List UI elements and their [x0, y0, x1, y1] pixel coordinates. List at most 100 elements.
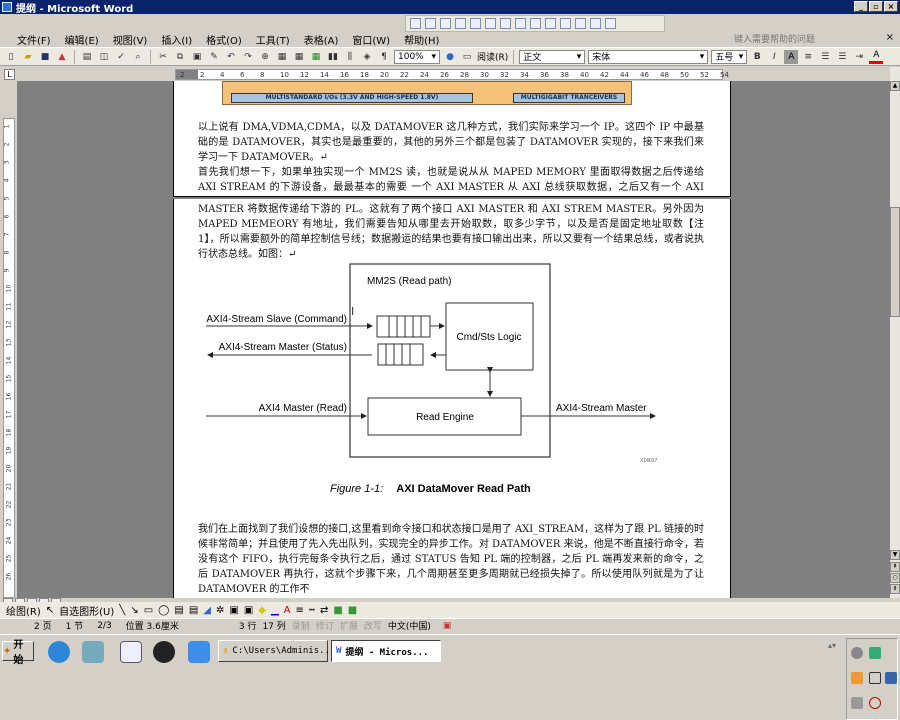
- checkbox-icon[interactable]: [440, 18, 451, 29]
- read-button[interactable]: 阅读(R): [477, 50, 508, 63]
- scroll-up-icon[interactable]: ▲: [890, 81, 900, 91]
- insert-excel-icon[interactable]: ▦: [309, 50, 323, 64]
- menu-tools[interactable]: 工具(T): [249, 32, 297, 47]
- insert-table-icon[interactable]: ▦: [292, 50, 306, 64]
- tray-device-icon[interactable]: [851, 697, 863, 709]
- arrow-icon[interactable]: ↘: [130, 605, 138, 616]
- numbering-icon[interactable]: ☰: [818, 50, 832, 64]
- read-icon[interactable]: ▭: [460, 50, 474, 64]
- draw-table-icon[interactable]: [410, 18, 421, 29]
- bullets-icon[interactable]: ☰: [835, 50, 849, 64]
- drawing-icon[interactable]: ⫼: [343, 50, 357, 64]
- font-color-button[interactable]: A: [869, 50, 884, 64]
- ini-file-icon[interactable]: [120, 641, 142, 663]
- redo-icon[interactable]: ↷: [241, 50, 255, 64]
- status-track[interactable]: 修订: [316, 619, 334, 632]
- font-size-select[interactable]: 五号 ▾: [711, 49, 748, 64]
- style-select[interactable]: 正文 ▾: [519, 49, 586, 64]
- vertical-ruler[interactable]: 1 2 3 4 5 6 7 8 9 10 11 12 13 14 15 16 17 18 19 20 21 22 23 24 2…: [3, 118, 15, 598]
- frame-icon[interactable]: [530, 18, 541, 29]
- indent-icon[interactable]: ⇥: [852, 50, 866, 64]
- spelling-status-icon[interactable]: ▣: [443, 621, 452, 631]
- show-hide-icon[interactable]: ¶: [377, 50, 391, 64]
- menu-file[interactable]: 文件(F): [10, 32, 58, 47]
- format-painter-icon[interactable]: ✎: [207, 50, 221, 64]
- picture-icon[interactable]: ▣: [244, 605, 253, 616]
- document-map-icon[interactable]: ◈: [360, 50, 374, 64]
- wordart-icon[interactable]: ◢: [203, 605, 211, 616]
- arrow-style-icon[interactable]: ⇄: [320, 605, 328, 616]
- restore-button[interactable]: ▫: [869, 1, 883, 12]
- tray-app-icon[interactable]: [851, 647, 863, 659]
- paragraph[interactable]: 首先我们想一下，如果单独实现一个 MM2S 读，也就是说从从 MAPED MEM…: [198, 165, 704, 195]
- copy-icon[interactable]: ⧉: [173, 50, 187, 64]
- cut-icon[interactable]: ✂: [156, 50, 170, 64]
- tab-selector[interactable]: L: [4, 69, 15, 80]
- menu-format[interactable]: 格式(O): [199, 32, 249, 47]
- permission-icon[interactable]: ▲: [55, 50, 69, 64]
- qq-icon[interactable]: [153, 641, 175, 663]
- tray-user-icon[interactable]: [851, 672, 863, 684]
- research-icon[interactable]: ⌕: [131, 50, 145, 64]
- shadow-icon[interactable]: ■: [333, 605, 342, 616]
- scroll-thumb[interactable]: [890, 207, 900, 317]
- next-page-icon[interactable]: ⇟: [890, 584, 900, 594]
- spin-icon[interactable]: [545, 18, 556, 29]
- undo-icon[interactable]: ↶: [224, 50, 238, 64]
- fill-color-icon[interactable]: ◆: [258, 605, 266, 616]
- taskbar-scroll-icon[interactable]: ▴▾: [828, 641, 836, 650]
- clipart-icon[interactable]: ▣: [229, 605, 238, 616]
- combobox-icon[interactable]: [515, 18, 526, 29]
- dash-style-icon[interactable]: ┅: [309, 605, 315, 616]
- line-style-icon[interactable]: ≡: [296, 605, 304, 616]
- tables-borders-icon[interactable]: ▦: [275, 50, 289, 64]
- browse-object-icon[interactable]: ○: [890, 573, 900, 583]
- paragraph[interactable]: 我们在上面找到了我们设想的接口,这里看到命令接口和状态接口是用了 AXI_STR…: [198, 522, 704, 598]
- select-objects-icon[interactable]: ↖: [46, 605, 54, 616]
- button-icon[interactable]: [470, 18, 481, 29]
- menu-window[interactable]: 窗口(W): [345, 32, 397, 47]
- help-icon[interactable]: ●: [443, 50, 457, 64]
- font-select[interactable]: 宋体 ▾: [588, 49, 709, 64]
- menu-insert[interactable]: 插入(I): [154, 32, 199, 47]
- paragraph[interactable]: 以上说有 DMA,VDMA,CDMA，以及 DATAMOVER 这几种方式，我们…: [198, 120, 704, 165]
- vertical-textbox-icon[interactable]: ▤: [189, 605, 198, 616]
- draw-menu[interactable]: 绘图(R): [6, 603, 41, 618]
- diagram-icon[interactable]: ✲: [216, 605, 224, 616]
- volume-muted-icon[interactable]: [869, 697, 881, 709]
- spelling-icon[interactable]: ✓: [114, 50, 128, 64]
- menu-help[interactable]: 帮助(H): [397, 32, 446, 47]
- taskbar-explorer-button[interactable]: ▮ C:\Users\Adminis...: [218, 640, 335, 662]
- char-shading-button[interactable]: A: [784, 49, 799, 64]
- prev-page-icon[interactable]: ⇞: [890, 562, 900, 572]
- font-color-icon[interactable]: A: [284, 605, 291, 616]
- sogou-icon[interactable]: [48, 641, 70, 663]
- zoom-select[interactable]: 100% ▾: [394, 49, 440, 64]
- hyperlink-icon[interactable]: ⊕: [258, 50, 272, 64]
- print-icon[interactable]: ▤: [80, 50, 94, 64]
- status-record[interactable]: 录制: [292, 619, 310, 632]
- close-button[interactable]: ×: [884, 1, 898, 12]
- paste-icon[interactable]: ▣: [190, 50, 204, 64]
- horizontal-ruler[interactable]: 2 2 4 6 8 10 12 14 16 18 20 22 24 26 28 30 32 34 36 38 40 42 4…: [175, 69, 729, 80]
- status-extend[interactable]: 扩展: [340, 619, 358, 632]
- tray-copy-icon[interactable]: [869, 672, 881, 684]
- save-icon[interactable]: ■: [38, 50, 52, 64]
- tools-icon[interactable]: [605, 18, 616, 29]
- bold-button[interactable]: B: [750, 50, 764, 64]
- status-overtype[interactable]: 改写: [364, 619, 382, 632]
- 3d-icon[interactable]: ■: [348, 605, 357, 616]
- menu-edit[interactable]: 编辑(E): [58, 32, 106, 47]
- edit-app-icon[interactable]: [188, 641, 210, 663]
- print-preview-icon[interactable]: ◫: [97, 50, 111, 64]
- line-color-icon[interactable]: ▁: [271, 605, 279, 616]
- columns-icon[interactable]: ▮▮: [326, 50, 340, 64]
- taskbar-word-button[interactable]: W 提纲 - Micros...: [331, 640, 441, 662]
- image-icon[interactable]: [455, 18, 466, 29]
- align-icon[interactable]: ≡: [801, 50, 815, 64]
- menu-view[interactable]: 视图(V): [106, 32, 155, 47]
- vertical-scrollbar[interactable]: ▲ ▼ ⇞ ○ ⇟: [890, 67, 900, 598]
- picture-icon[interactable]: [590, 18, 601, 29]
- tray-display-icon[interactable]: [885, 672, 897, 684]
- help-search-input[interactable]: 键入需要帮助的问题: [734, 32, 864, 46]
